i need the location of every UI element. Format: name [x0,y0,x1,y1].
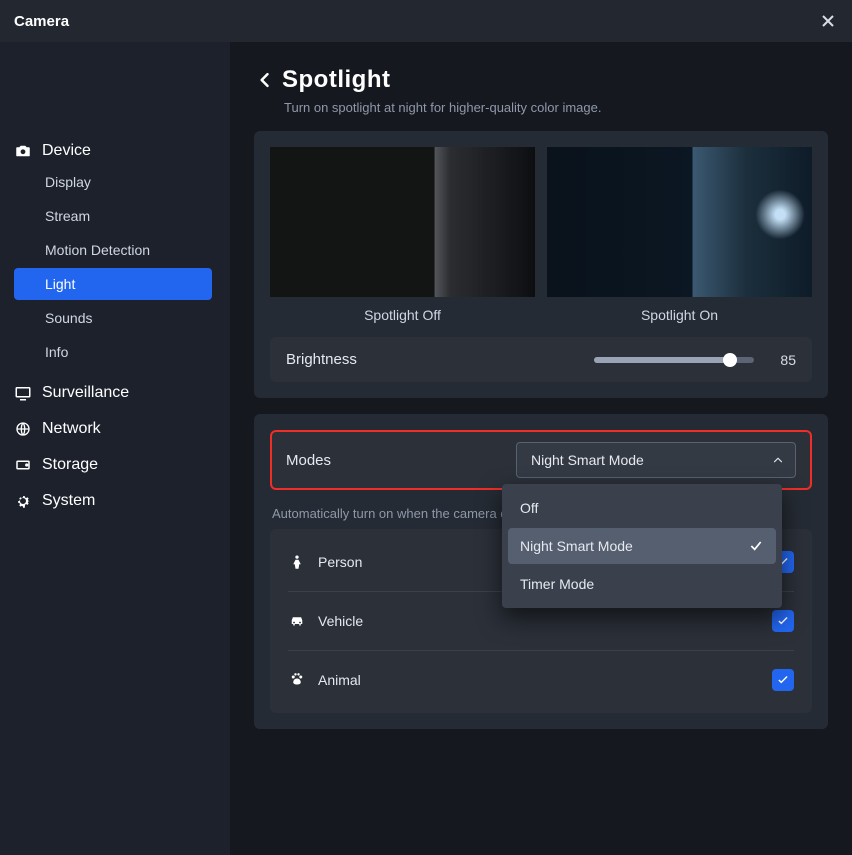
slider-fill [594,357,730,363]
option-label: Night Smart Mode [520,538,633,554]
page-header: Spotlight [254,66,828,94]
brightness-label: Brightness [286,351,357,368]
monitor-icon [14,384,32,402]
detection-label: Person [318,554,362,570]
vehicle-icon [288,612,306,630]
sidebar-item-sounds[interactable]: Sounds [14,302,216,334]
sidebar-group-label: Network [42,420,101,438]
modes-option-timer[interactable]: Timer Mode [508,566,776,602]
sidebar-group-label: Device [42,142,91,160]
modes-selected-value: Night Smart Mode [531,452,644,468]
slider-knob[interactable] [723,353,737,367]
preview-on-image [547,147,812,297]
sidebar: Device Display Stream Motion Detection L… [0,42,230,855]
option-label: Timer Mode [520,576,594,592]
detection-vehicle-checkbox[interactable] [772,610,794,632]
gear-icon [14,492,32,510]
check-icon [776,614,790,628]
sidebar-group-surveillance[interactable]: Surveillance [14,370,216,406]
content-shell: Device Display Stream Motion Detection L… [0,42,852,855]
chevron-up-icon [771,453,785,467]
detection-label: Vehicle [318,613,363,629]
sidebar-item-info[interactable]: Info [14,336,216,368]
modes-option-night-smart[interactable]: Night Smart Mode [508,528,776,564]
modes-select[interactable]: Night Smart Mode [516,442,796,478]
detection-row-animal: Animal [288,651,794,709]
modes-dropdown: Off Night Smart Mode Timer Mode [502,484,782,608]
globe-icon [14,420,32,438]
modes-highlight: Modes Night Smart Mode Off [270,430,812,490]
preview-off: Spotlight Off [270,147,535,323]
chevron-left-icon [255,70,275,90]
sidebar-item-light[interactable]: Light [14,268,212,300]
check-icon [748,538,764,554]
camera-icon [14,142,32,160]
title-bar: Camera [0,0,852,42]
close-button[interactable] [818,11,838,31]
page-subtitle: Turn on spotlight at night for higher-qu… [284,100,828,115]
option-label: Off [520,500,538,516]
page-title: Spotlight [282,66,390,94]
person-icon [288,553,306,571]
modes-label: Modes [286,452,331,469]
preview-on-label: Spotlight On [641,307,718,323]
sidebar-group-device[interactable]: Device [14,128,216,164]
preview-off-image [270,147,535,297]
sidebar-item-motion-detection[interactable]: Motion Detection [14,234,216,266]
modes-option-off[interactable]: Off [508,490,776,526]
close-icon [820,13,836,29]
detection-label: Animal [318,672,361,688]
sidebar-group-label: Surveillance [42,384,129,402]
sidebar-group-system[interactable]: System [14,478,216,514]
spotlight-preview-card: Spotlight Off Spotlight On Brightness 85 [254,131,828,398]
modes-card: Modes Night Smart Mode Off [254,414,828,729]
main-panel: Spotlight Turn on spotlight at night for… [230,42,852,855]
check-icon [776,673,790,687]
window-title: Camera [14,13,69,30]
sidebar-item-stream[interactable]: Stream [14,200,216,232]
sidebar-group-label: System [42,492,95,510]
brightness-value: 85 [772,352,796,368]
brightness-slider[interactable] [594,357,754,363]
sidebar-item-display[interactable]: Display [14,166,216,198]
animal-icon [288,671,306,689]
sidebar-group-label: Storage [42,456,98,474]
sidebar-group-network[interactable]: Network [14,406,216,442]
sidebar-group-storage[interactable]: Storage [14,442,216,478]
disk-icon [14,456,32,474]
preview-on: Spotlight On [547,147,812,323]
preview-off-label: Spotlight Off [364,307,441,323]
back-button[interactable] [254,69,276,91]
detection-animal-checkbox[interactable] [772,669,794,691]
brightness-row: Brightness 85 [270,337,812,382]
